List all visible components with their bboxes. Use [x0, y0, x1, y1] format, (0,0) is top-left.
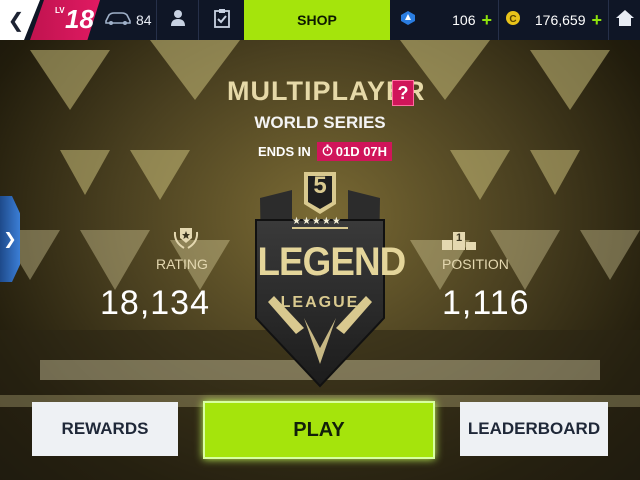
position-value: 1,116	[442, 284, 530, 322]
help-button[interactable]: ?	[392, 80, 414, 106]
tokens-value: 106	[452, 12, 476, 28]
svg-text:C: C	[509, 14, 516, 25]
add-tokens-button[interactable]: +	[481, 10, 492, 31]
position-label: POSITION	[442, 256, 509, 272]
timer-badge: 01D 07H	[316, 142, 393, 161]
timer-value: 01D 07H	[335, 144, 388, 159]
credits-counter: C 176,659 +	[498, 0, 606, 40]
series-name: WORLD SERIES	[254, 113, 386, 132]
league-stars: ★★★★★	[292, 216, 342, 227]
rating-value: 18,134	[100, 284, 210, 322]
profile-button[interactable]	[156, 0, 198, 40]
level-value: 18	[65, 4, 94, 34]
stopwatch-icon	[322, 144, 333, 159]
podium-number: 1	[455, 232, 463, 244]
tokens-counter: 106 +	[392, 0, 496, 40]
leaderboard-button[interactable]: LEADERBOARD	[460, 402, 608, 456]
car-icon	[104, 10, 132, 31]
side-panel-toggle[interactable]: ❯	[0, 196, 20, 282]
shop-button[interactable]: SHOP	[244, 0, 390, 40]
home-icon	[615, 9, 635, 32]
garage-button[interactable]: 84	[104, 0, 152, 40]
token-icon	[400, 10, 416, 31]
rating-label: RATING	[156, 256, 208, 272]
rewards-button[interactable]: REWARDS	[32, 402, 178, 456]
event-timer: ENDS IN 01D 07H	[258, 142, 393, 161]
profile-icon	[170, 9, 186, 32]
cars-count: 84	[136, 12, 152, 28]
league-sub: LEAGUE	[280, 294, 360, 311]
clipboard-check-icon	[213, 8, 230, 33]
chevron-left-icon: ❮	[7, 9, 25, 32]
missions-button[interactable]	[198, 0, 244, 40]
credits-value: 176,659	[534, 12, 586, 28]
league-name: LEGEND	[257, 240, 406, 284]
level-label: LV	[55, 6, 65, 15]
home-button[interactable]	[608, 0, 640, 40]
rating-icon	[172, 226, 200, 255]
chevron-right-icon: ❯	[3, 231, 17, 248]
series-subtitle: WORLD SERIES	[0, 113, 640, 133]
play-button[interactable]: PLAY	[203, 401, 435, 459]
credits-icon: C	[505, 10, 521, 31]
ends-in-label: ENDS IN	[258, 144, 311, 159]
add-credits-button[interactable]: +	[591, 10, 602, 31]
league-rank-number: 5	[313, 172, 327, 199]
